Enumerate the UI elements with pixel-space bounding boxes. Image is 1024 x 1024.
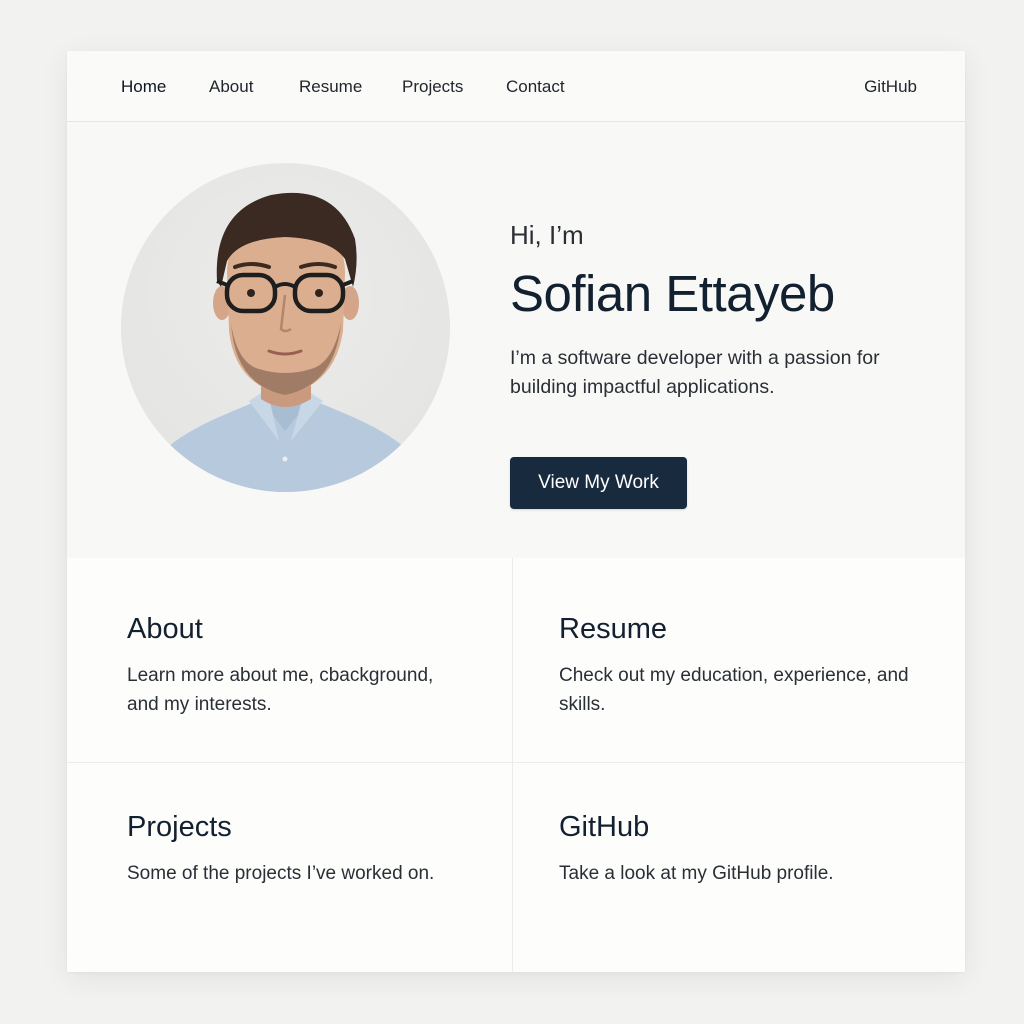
nav-link-home[interactable]: Home — [121, 77, 166, 97]
nav-link-resume[interactable]: Resume — [299, 77, 362, 97]
card-title: GitHub — [559, 811, 650, 843]
hero-tagline: I’m a software developer with a passion … — [510, 347, 880, 398]
card-about[interactable]: About Learn more about me, cbackground, … — [67, 558, 513, 763]
card-description: Some of the projects I’ve worked on. — [127, 863, 435, 884]
card-projects[interactable]: Projects Some of the projects I’ve worke… — [67, 763, 513, 972]
top-navigation: Home About Resume Projects Contact GitHu… — [67, 51, 965, 122]
nav-link-about[interactable]: About — [209, 77, 253, 97]
card-title: Resume — [559, 613, 667, 645]
horizontal-divider — [67, 762, 965, 763]
nav-link-github[interactable]: GitHub — [864, 77, 917, 97]
avatar-portrait — [161, 192, 411, 492]
card-description: Check out my education, experience, and … — [559, 665, 909, 715]
portfolio-page: Home About Resume Projects Contact GitHu… — [67, 51, 965, 972]
nav-link-contact[interactable]: Contact — [506, 77, 565, 97]
hero-greeting: Hi, I’m — [510, 220, 584, 250]
card-github[interactable]: GitHub Take a look at my GitHub profile. — [513, 763, 965, 972]
nav-link-projects[interactable]: Projects — [402, 77, 463, 97]
vertical-divider — [512, 558, 513, 972]
card-title: Projects — [127, 811, 232, 843]
card-resume[interactable]: Resume Check out my education, experienc… — [513, 558, 965, 763]
avatar — [121, 163, 450, 492]
card-description: Take a look at my GitHub profile. — [559, 863, 834, 884]
section-cards-grid: About Learn more about me, cbackground, … — [67, 558, 965, 972]
hero-text: Hi, I’m Sofian Ettayeb I’m a software de… — [510, 220, 930, 509]
hero-section: Hi, I’m Sofian Ettayeb I’m a software de… — [67, 122, 965, 558]
view-my-work-button[interactable]: View My Work — [510, 457, 687, 509]
hero-name: Sofian Ettayeb — [510, 265, 835, 322]
card-title: About — [127, 613, 203, 645]
card-description: Learn more about me, cbackground, and my… — [127, 665, 434, 715]
